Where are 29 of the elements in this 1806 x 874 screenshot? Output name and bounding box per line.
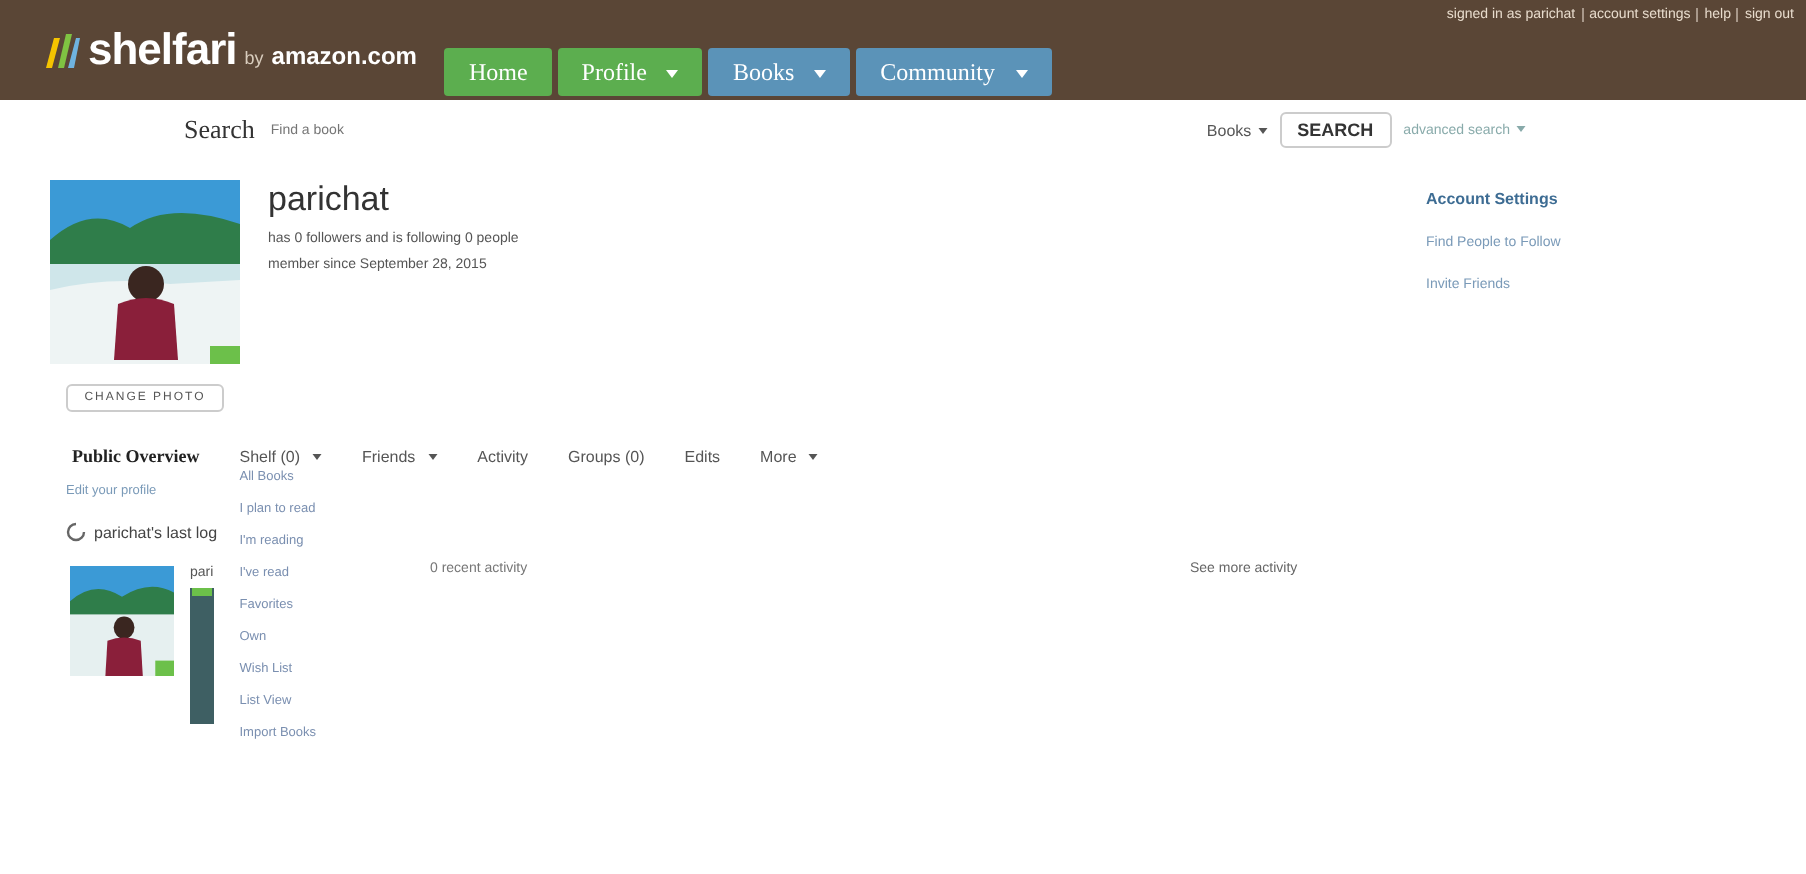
book-cover-icon (190, 588, 214, 724)
section-tab[interactable]: More (760, 448, 819, 466)
loading-icon (66, 522, 86, 542)
scope-dropdown[interactable]: Books (1206, 121, 1268, 139)
caret-icon (814, 69, 827, 78)
search-button[interactable]: SEARCH (1279, 112, 1392, 148)
caret-icon (427, 454, 438, 461)
user-name: parichat (268, 180, 391, 220)
caret-icon (1015, 69, 1027, 78)
caret-icon (808, 454, 819, 461)
search-label: Search (184, 114, 255, 146)
last-log-title: parichat's last log (94, 523, 218, 541)
partner-logo-text[interactable]: amazon.com (271, 42, 417, 70)
caret-icon (666, 69, 679, 78)
nav-tab[interactable]: Books (708, 48, 851, 96)
nav-tab[interactable]: Community (856, 48, 1051, 96)
sidebar-link[interactable]: Account Settings (1426, 190, 1806, 208)
caret-icon (1516, 126, 1526, 133)
stripes-logo-icon (44, 30, 80, 70)
caret-icon (311, 454, 322, 461)
by-text: by (244, 48, 264, 68)
section-tab[interactable]: Shelf (0) (239, 448, 322, 466)
section-tab[interactable]: Friends (361, 448, 438, 466)
section-tab[interactable]: Edits (684, 448, 721, 466)
section-tab[interactable]: Activity (477, 448, 529, 466)
logo-text[interactable]: shelfari (88, 24, 237, 76)
section-tab[interactable]: Groups (0) (568, 448, 645, 466)
caret-icon (1257, 127, 1268, 134)
section-tab[interactable]: Public Overview (72, 446, 200, 466)
